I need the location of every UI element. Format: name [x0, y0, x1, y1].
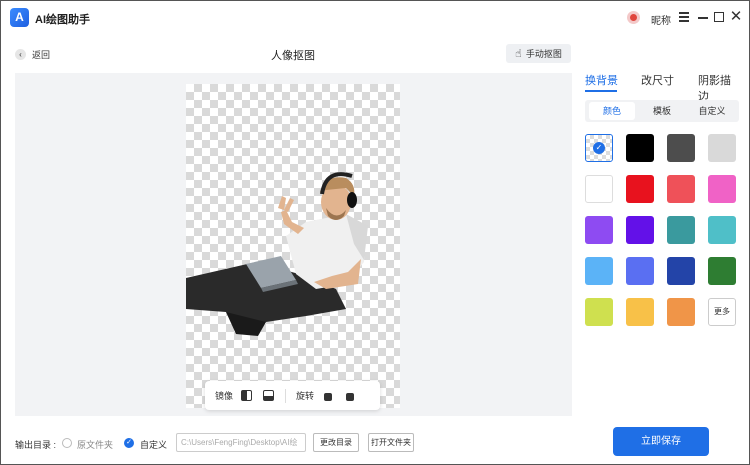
output-path-field[interactable]: C:\Users\FengFing\Desktop\AI绘 — [176, 433, 306, 452]
close-icon[interactable]: ✕ — [729, 9, 743, 24]
portrait-cutout-image — [186, 172, 368, 336]
app-title: AI绘图助手 — [35, 14, 90, 26]
hand-pointer-icon: ☝ — [515, 48, 522, 60]
user-avatar[interactable] — [627, 11, 640, 24]
panel-tabs: 换背景 改尺寸 阴影描边 — [585, 72, 740, 103]
color-swatch[interactable] — [585, 216, 613, 244]
user-name[interactable]: 昵称 — [651, 12, 671, 27]
manual-cutout-label: 手动抠图 — [525, 49, 562, 59]
image-tool-bar: 镜像 旋转 — [205, 381, 380, 410]
change-directory-button[interactable]: 更改目录 — [313, 433, 359, 452]
tool-divider — [285, 388, 287, 403]
manual-cutout-button[interactable]: ☝ 手动抠图 — [506, 44, 571, 63]
background-type-selector: 颜色 模板 自定义 — [585, 100, 739, 122]
swatch-transparent[interactable]: ✓ — [585, 134, 613, 162]
color-swatch[interactable] — [626, 175, 654, 203]
mirror-label: 镜像 — [215, 391, 234, 401]
color-swatch[interactable] — [708, 257, 736, 285]
color-swatch[interactable] — [667, 298, 695, 326]
output-directory-label: 输出目录 : — [15, 440, 57, 450]
more-colors-button[interactable]: 更多 — [708, 298, 736, 326]
color-swatch[interactable] — [626, 134, 654, 162]
color-swatch[interactable] — [667, 257, 695, 285]
back-button[interactable]: ‹ 返回 — [15, 48, 50, 60]
original-folder-label: 原文件夹 — [77, 440, 114, 450]
segment-template[interactable]: 模板 — [639, 102, 685, 120]
back-label: 返回 — [32, 49, 51, 60]
color-swatch[interactable] — [667, 134, 695, 162]
color-swatch[interactable] — [708, 216, 736, 244]
menu-icon[interactable] — [677, 10, 691, 24]
tab-resize[interactable]: 改尺寸 — [641, 72, 674, 88]
radio-original-folder[interactable] — [62, 438, 72, 448]
color-swatch[interactable] — [626, 298, 654, 326]
color-swatch[interactable] — [626, 216, 654, 244]
tab-change-background[interactable]: 换背景 — [585, 72, 618, 88]
color-swatch[interactable] — [667, 175, 695, 203]
color-swatch[interactable] — [626, 257, 654, 285]
active-tab-indicator — [585, 90, 617, 92]
check-icon: ✓ — [593, 142, 605, 154]
minimize-icon[interactable] — [696, 10, 710, 24]
app-logo-icon: A — [10, 8, 29, 27]
segment-color[interactable]: 颜色 — [589, 102, 635, 120]
maximize-icon[interactable] — [712, 10, 726, 24]
transparent-background — [186, 84, 400, 408]
color-swatch[interactable] — [585, 175, 613, 203]
rotate-label: 旋转 — [296, 391, 315, 401]
preview-canvas: 镜像 旋转 — [15, 73, 572, 416]
color-swatch[interactable] — [708, 134, 736, 162]
custom-folder-label: 自定义 — [140, 440, 168, 450]
app-window: A AI绘图助手 昵称 ✕ ‹ 返回 人像抠图 ☝ 手动抠图 镜像 旋转 换背景… — [0, 0, 750, 465]
flip-horizontal-icon[interactable] — [241, 390, 253, 401]
save-now-button[interactable]: 立即保存 — [613, 427, 709, 456]
radio-custom-folder[interactable]: ✓ — [124, 438, 134, 448]
title-bar: A AI绘图助手 昵称 ✕ — [1, 1, 749, 35]
open-folder-button[interactable]: 打开文件夹 — [368, 433, 414, 452]
rotate-right-icon[interactable] — [322, 390, 334, 402]
rotate-left-icon[interactable] — [344, 390, 356, 402]
page-title: 人像抠图 — [271, 50, 315, 62]
chevron-left-icon: ‹ — [15, 48, 26, 60]
color-swatch[interactable] — [585, 298, 613, 326]
color-swatch[interactable] — [585, 257, 613, 285]
segment-custom[interactable]: 自定义 — [689, 102, 735, 120]
flip-vertical-icon[interactable] — [263, 390, 275, 401]
color-swatch[interactable] — [708, 175, 736, 203]
color-swatch[interactable] — [667, 216, 695, 244]
